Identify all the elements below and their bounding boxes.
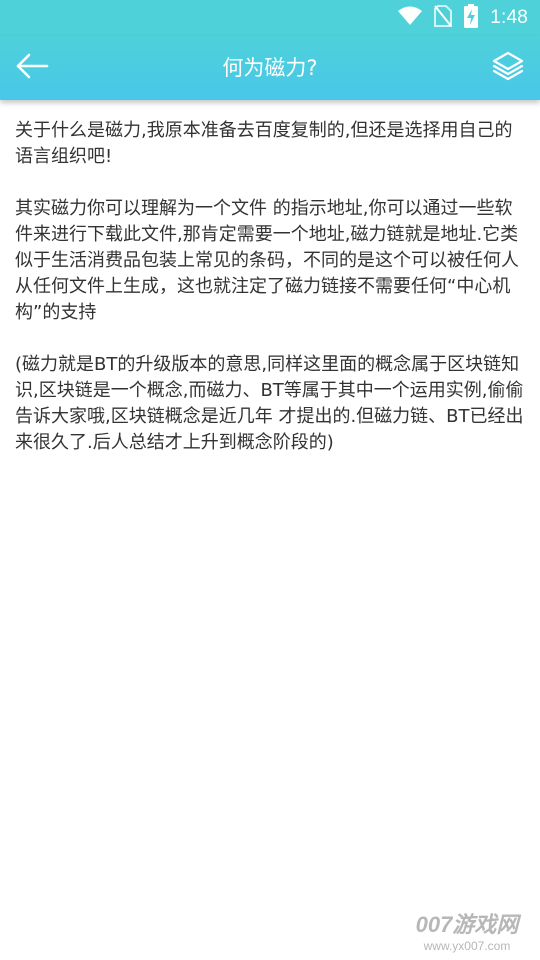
- paragraph: 关于什么是磁力,我原本准备去百度复制的,但还是选择用自己的语言组织吧!: [15, 120, 513, 167]
- watermark: 007游戏网 www.yx007.com: [402, 912, 532, 954]
- status-icons: 1:48: [398, 0, 528, 36]
- paragraph: (磁力就是BT的升级版本的意思,同样这里面的概念属于区块链知识,区块链是一个概念…: [15, 354, 524, 453]
- status-bar: 1:48: [0, 0, 540, 36]
- page-title: 何为磁力?: [222, 56, 318, 80]
- watermark-logo: 007游戏网: [415, 912, 519, 937]
- article-content: 关于什么是磁力,我原本准备去百度复制的,但还是选择用自己的语言组织吧! 其实磁力…: [15, 100, 525, 482]
- no-sim-icon: [434, 5, 453, 31]
- status-time: 1:48: [490, 7, 528, 28]
- layers-icon: [492, 51, 524, 85]
- back-arrow-icon: [15, 53, 49, 83]
- paragraph: 其实磁力你可以理解为一个文件 的指示地址,你可以通过一些软件来进行下载此文件,那…: [15, 198, 519, 323]
- wifi-icon: [398, 6, 423, 30]
- back-button[interactable]: [6, 44, 58, 92]
- watermark-url: www.yx007.com: [423, 939, 511, 953]
- layers-button[interactable]: [482, 44, 534, 92]
- battery-charging-icon: [464, 4, 479, 32]
- app-bar: 何为磁力?: [0, 36, 540, 100]
